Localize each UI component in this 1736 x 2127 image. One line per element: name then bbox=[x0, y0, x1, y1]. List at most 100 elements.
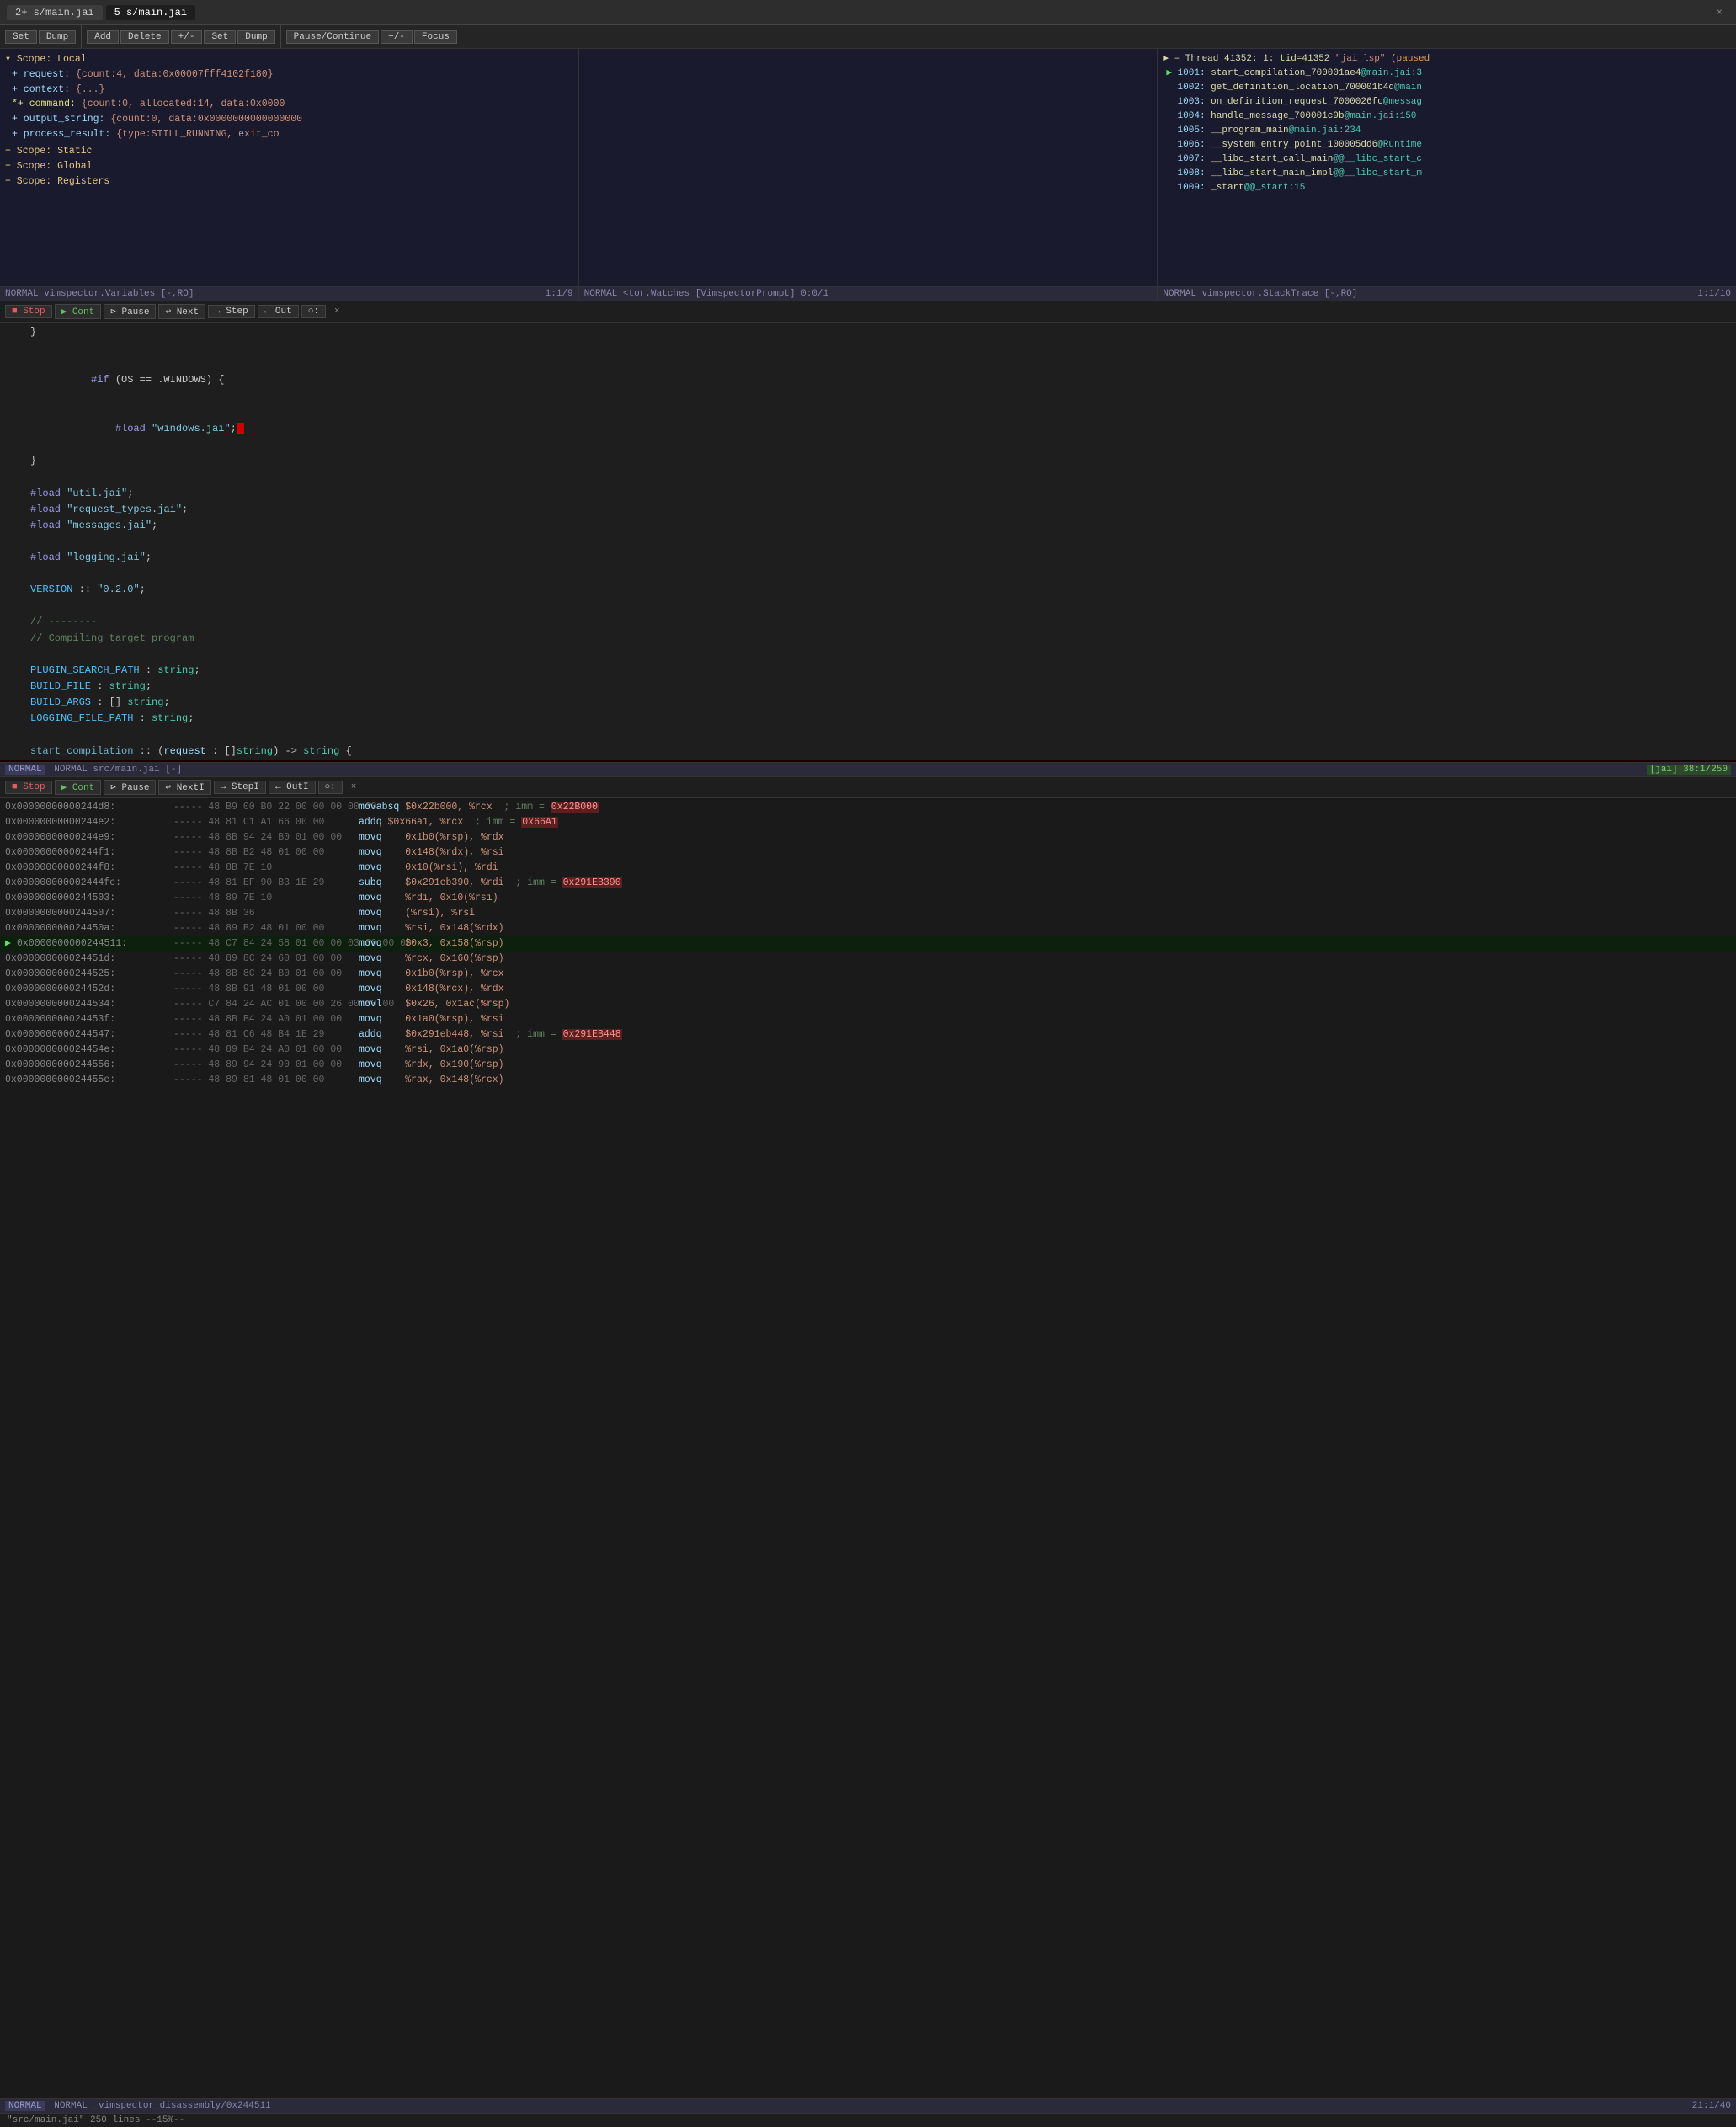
var-output: + output_string: {count:0, data:0x000000… bbox=[5, 112, 573, 127]
pause-button-bottom[interactable]: ⊳ Pause bbox=[104, 780, 156, 795]
disasm-status-text: NORMAL _vimspector_disassembly/0x244511 bbox=[54, 2101, 270, 2111]
nexti-button[interactable]: ↩ NextI bbox=[158, 780, 210, 795]
stack-frame-1008[interactable]: 1008: __libc_start_main_impl@@__libc_sta… bbox=[1163, 167, 1731, 181]
bottom-bar: "src/main.jai" 250 lines --15%-- bbox=[0, 2113, 1736, 2127]
stack-frame-1002[interactable]: 1002: get_definition_location_700001b4d@… bbox=[1163, 81, 1731, 95]
out-button-top[interactable]: ← Out bbox=[258, 305, 299, 318]
watch-button-top[interactable]: ○: bbox=[301, 305, 326, 318]
stack-frame-1003[interactable]: 1003: on_definition_request_7000026fc@me… bbox=[1163, 95, 1731, 109]
var-process: + process_result: {type:STILL_RUNNING, e… bbox=[5, 127, 573, 142]
disasm-244507: 0x0000000000244507: ----- 48 8B 36 movq … bbox=[0, 906, 1736, 921]
disasm-244525: 0x0000000000244525: ----- 48 8B 8C 24 B0… bbox=[0, 967, 1736, 982]
code-section: } #if (OS == .WINDOWS) { #load "windows.… bbox=[0, 323, 1736, 777]
tab-1-label: 2+ s/main.jai bbox=[15, 7, 94, 19]
bp-ifdef bbox=[3, 356, 15, 405]
plusminus-right-button[interactable]: +/- bbox=[381, 30, 413, 44]
code-line-brace: } bbox=[0, 453, 1736, 469]
next-button-top[interactable]: ↩ Next bbox=[158, 304, 205, 319]
bottom-status-text: "src/main.jai" 250 lines --15%-- bbox=[7, 2115, 184, 2125]
code-load-request: #load "request_types.jai"; bbox=[0, 502, 1736, 518]
bp-windows bbox=[3, 405, 15, 454]
disasm-244556: 0x0000000000244556: ----- 48 89 94 24 90… bbox=[0, 1058, 1736, 1073]
var-command: *+ command: {count:0, allocated:14, data… bbox=[5, 97, 573, 112]
stacktrace-pane: ▶ – Thread 41352: 1: tid=41352 "jai_lsp"… bbox=[1158, 49, 1736, 301]
set-button-mid[interactable]: Set bbox=[204, 30, 236, 44]
stacktrace-position: 1:1/10 bbox=[1697, 289, 1731, 299]
thread-info: ▶ – Thread 41352: 1: tid=41352 "jai_lsp"… bbox=[1163, 52, 1731, 67]
stack-frame-1001[interactable]: ▶ 1001: start_compilation_700001ae4@main… bbox=[1163, 67, 1731, 81]
scope-registers: + Scope: Registers bbox=[5, 174, 573, 189]
stack-frame-1005[interactable]: 1005: __program_main@main.jai:234 bbox=[1163, 124, 1731, 138]
stacktrace-content: ▶ – Thread 41352: 1: tid=41352 "jai_lsp"… bbox=[1158, 49, 1736, 286]
disasm-24450a: 0x000000000024450a: ----- 48 89 B2 48 01… bbox=[0, 921, 1736, 936]
stack-frame-1004[interactable]: 1004: handle_message_700001c9b@main.jai:… bbox=[1163, 109, 1731, 124]
dump-button-left[interactable]: Dump bbox=[39, 30, 76, 44]
stop-button-bottom[interactable]: ■ Stop bbox=[5, 781, 52, 794]
code-log-path: LOGGING_FILE_PATH : string; bbox=[0, 711, 1736, 727]
disasm-24453f: 0x000000000024453f: ----- 48 8B B4 24 A0… bbox=[0, 1012, 1736, 1027]
disasm-position: 21:1/40 bbox=[1692, 2101, 1731, 2111]
code-text-1: } bbox=[27, 324, 36, 340]
tab-1[interactable]: 2+ s/main.jai bbox=[7, 5, 103, 20]
tab-2-label: 5 s/main.jai bbox=[114, 7, 187, 19]
plusminus-button[interactable]: +/- bbox=[171, 30, 203, 44]
stacktrace-status: NORMAL vimspector.StackTrace [-,RO] 1:1/… bbox=[1158, 286, 1736, 301]
code-blank2 bbox=[0, 470, 1736, 486]
disasm-244d8: 0x00000000000244d8: ----- 48 B9 00 B0 22… bbox=[0, 800, 1736, 815]
bp-1 bbox=[3, 324, 15, 340]
main-layout: Set Dump Add Delete +/- Set Dump Pause/C… bbox=[0, 25, 1736, 2127]
code-fn-start: start_compilation :: (request : []string… bbox=[0, 744, 1736, 760]
code-load-util: #load "util.jai"; bbox=[0, 486, 1736, 502]
code-plugin-path: PLUGIN_SEARCH_PATH : string; bbox=[0, 663, 1736, 679]
code-line-1: } bbox=[0, 324, 1736, 340]
dump-button-mid[interactable]: Dump bbox=[237, 30, 274, 44]
stack-frame-1009[interactable]: 1009: _start@@_start:15 bbox=[1163, 181, 1731, 195]
code-status-text: NORMAL src/main.jai [-] bbox=[54, 765, 182, 775]
code-line-blank1 bbox=[0, 340, 1736, 356]
stack-frame-1007[interactable]: 1007: __libc_start_call_main@@__libc_sta… bbox=[1163, 152, 1731, 167]
toolbar-left: Set Dump bbox=[0, 25, 82, 48]
pause-continue-button[interactable]: Pause/Continue bbox=[286, 30, 379, 44]
variables-pane: ▾ Scope: Local + request: {count:4, data… bbox=[0, 49, 579, 301]
code-text-ifdef: #if (OS == .WINDOWS) { bbox=[27, 356, 224, 405]
disasm-24451d: 0x000000000024451d: ----- 48 89 8C 24 60… bbox=[0, 952, 1736, 967]
add-button[interactable]: Add bbox=[87, 30, 119, 44]
step-button-top[interactable]: → Step bbox=[208, 305, 255, 318]
disasm-pane: 0x00000000000244d8: ----- 48 B9 00 B0 22… bbox=[0, 798, 1736, 2113]
stack-frame-1006[interactable]: 1006: __system_entry_point_100005dd6@Run… bbox=[1163, 138, 1731, 152]
variables-status-text: NORMAL vimspector.Variables [-,RO] bbox=[5, 289, 194, 299]
arrow-1 bbox=[15, 324, 27, 340]
cont-button-top[interactable]: ▶ Cont bbox=[55, 304, 102, 319]
window-close-icon[interactable]: × bbox=[1710, 7, 1729, 19]
code-blank4 bbox=[0, 566, 1736, 582]
code-build-args: BUILD_ARGS : [] string; bbox=[0, 695, 1736, 711]
code-line-windows: #load "windows.jai"; bbox=[0, 405, 1736, 454]
code-load-messages: #load "messages.jai"; bbox=[0, 518, 1736, 534]
cont-button-bottom[interactable]: ▶ Cont bbox=[55, 780, 102, 795]
toolbar-row: Set Dump Add Delete +/- Set Dump Pause/C… bbox=[0, 25, 1736, 49]
disasm-status-bar: NORMAL NORMAL _vimspector_disassembly/0x… bbox=[0, 2098, 1736, 2113]
watches-content bbox=[579, 49, 1158, 286]
outi-button[interactable]: ← OutI bbox=[269, 781, 316, 794]
disasm-mode: NORMAL NORMAL _vimspector_disassembly/0x… bbox=[5, 2101, 271, 2111]
code-editor: } #if (OS == .WINDOWS) { #load "windows.… bbox=[0, 323, 1736, 762]
variables-content: ▾ Scope: Local + request: {count:4, data… bbox=[0, 49, 578, 286]
toolbar-middle: Add Delete +/- Set Dump bbox=[82, 25, 280, 48]
disasm-244503: 0x0000000000244503: ----- 48 89 7E 10 mo… bbox=[0, 891, 1736, 906]
disasm-244fc: 0x000000000002444fc: ----- 48 81 EF 90 B… bbox=[0, 876, 1736, 891]
disasm-244547: 0x0000000000244547: ----- 48 81 C6 48 B4… bbox=[0, 1027, 1736, 1042]
watches-status-text: NORMAL <tor.Watches [VimspectorPrompt] 0… bbox=[584, 289, 828, 299]
stop-button-top[interactable]: ■ Stop bbox=[5, 305, 52, 318]
toolbar-right: Pause/Continue +/- Focus bbox=[281, 25, 1736, 48]
pause-button-top[interactable]: ⊳ Pause bbox=[104, 304, 156, 319]
code-line-ifdef: #if (OS == .WINDOWS) { bbox=[0, 356, 1736, 405]
watch-button-bottom[interactable]: ○: bbox=[318, 781, 343, 794]
focus-button[interactable]: Focus bbox=[414, 30, 457, 44]
close-button-top[interactable]: × bbox=[328, 306, 346, 317]
code-cmt1: // -------- bbox=[0, 614, 1736, 630]
tab-2[interactable]: 5 s/main.jai bbox=[106, 5, 195, 20]
set-button-left[interactable]: Set bbox=[5, 30, 37, 44]
close-button-bottom[interactable]: × bbox=[345, 781, 363, 793]
delete-button[interactable]: Delete bbox=[120, 30, 169, 44]
stepi-button[interactable]: → StepI bbox=[214, 781, 266, 794]
